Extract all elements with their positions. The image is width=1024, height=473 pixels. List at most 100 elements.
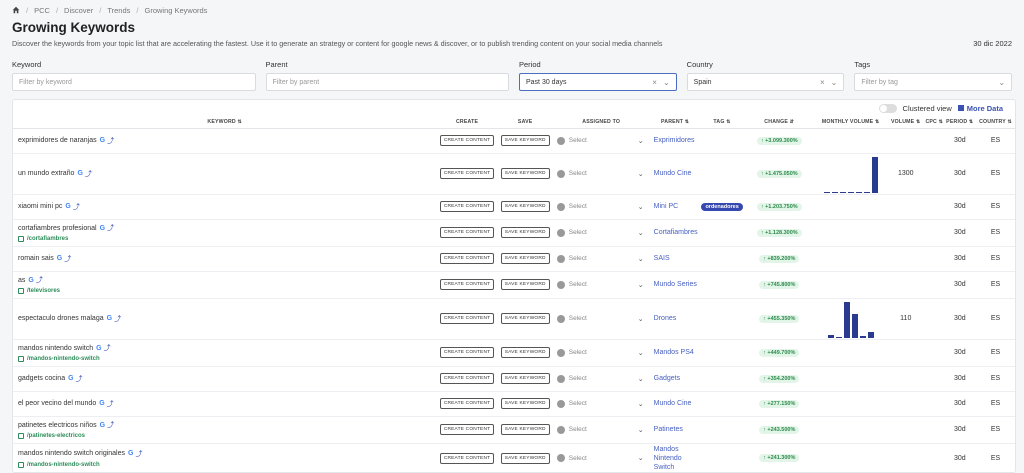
google-icon[interactable]: G [107, 315, 112, 322]
column-header-volume[interactable]: VOLUME ⇅ [886, 116, 926, 129]
tag-badge[interactable]: ordenadores [701, 203, 743, 211]
google-icon[interactable]: G [96, 345, 101, 352]
keyword-filter-input[interactable]: Filter by keyword [12, 73, 256, 91]
period-select[interactable]: Past 30 days × ⌄ [519, 73, 677, 91]
create-content-button[interactable]: CREATE CONTENT [439, 279, 495, 290]
parent-filter-input[interactable]: Filter by parent [265, 73, 509, 91]
create-content-button[interactable]: CREATE CONTENT [439, 168, 495, 179]
column-header-period[interactable]: PERIOD ⇅ [943, 116, 977, 129]
keyword-url-link[interactable]: /cortafiambres [18, 236, 436, 242]
assignee-select[interactable]: Select ⌄ [553, 314, 650, 323]
clear-icon[interactable]: × [820, 78, 825, 87]
assignee-select[interactable]: Select ⌄ [553, 280, 650, 289]
assignee-select[interactable]: Select ⌄ [553, 454, 650, 462]
assignee-select[interactable]: Select ⌄ [553, 202, 650, 211]
trend-icon[interactable]: ⤴ [36, 275, 43, 285]
parent-link[interactable]: Mundo Cine [649, 153, 701, 195]
trend-icon[interactable]: ⤴ [135, 449, 142, 459]
save-keyword-button[interactable]: SAVE KEYWORD [500, 135, 550, 146]
keyword-text[interactable]: patinetes electricos niños [18, 422, 97, 429]
trend-icon[interactable]: ⤴ [107, 223, 114, 233]
create-content-button[interactable]: CREATE CONTENT [439, 452, 495, 464]
clear-icon[interactable]: × [652, 78, 657, 87]
save-keyword-button[interactable]: SAVE KEYWORD [500, 373, 550, 384]
keyword-text[interactable]: el peor vecino del mundo [18, 400, 96, 407]
home-icon[interactable] [12, 6, 20, 14]
create-content-button[interactable]: CREATE CONTENT [439, 135, 495, 146]
keyword-url-link[interactable]: /mandos-nintendo-switch [18, 461, 436, 468]
google-icon[interactable]: G [77, 170, 82, 177]
chevron-down-icon[interactable]: ⌄ [831, 78, 838, 87]
parent-link[interactable]: Exprimidores [649, 128, 701, 154]
google-icon[interactable]: G [65, 203, 70, 210]
create-content-button[interactable]: CREATE CONTENT [439, 313, 495, 324]
chevron-down-icon[interactable]: ⌄ [663, 78, 670, 87]
create-content-button[interactable]: CREATE CONTENT [439, 253, 495, 264]
keyword-text[interactable]: exprimidores de naranjas [18, 137, 97, 144]
parent-link[interactable]: Mundo Cine [649, 391, 701, 417]
more-data-button[interactable]: More Data [957, 104, 1003, 113]
assignee-select[interactable]: Select ⌄ [553, 425, 650, 434]
parent-link[interactable]: Patinetes [649, 416, 701, 444]
parent-link[interactable]: Mini PC [649, 194, 701, 220]
column-header-parent[interactable]: PARENT ⇅ [649, 116, 701, 129]
country-select[interactable]: Spain × ⌄ [686, 73, 845, 91]
assignee-select[interactable]: Select ⌄ [553, 136, 650, 145]
keyword-text[interactable]: espectaculo drones malaga [18, 315, 104, 322]
parent-link[interactable]: Gadgets [649, 366, 701, 392]
breadcrumb-item[interactable]: Trends [107, 6, 130, 15]
save-keyword-button[interactable]: SAVE KEYWORD [500, 279, 550, 290]
create-content-button[interactable]: CREATE CONTENT [439, 373, 495, 384]
google-icon[interactable]: G [99, 400, 104, 407]
save-keyword-button[interactable]: SAVE KEYWORD [500, 398, 550, 409]
chevron-down-icon[interactable]: ⌄ [998, 78, 1005, 87]
create-content-button[interactable]: CREATE CONTENT [439, 201, 495, 212]
column-header-cpc[interactable]: CPC ⇅ [925, 116, 944, 129]
parent-link[interactable]: Mandos Nintendo Switch [649, 443, 701, 472]
assignee-select[interactable]: Select ⌄ [553, 348, 650, 357]
parent-link[interactable]: Mundo Series [649, 271, 701, 299]
parent-link[interactable]: Drones [649, 298, 701, 340]
trend-icon[interactable]: ⤴ [107, 399, 114, 409]
trend-icon[interactable]: ⤴ [73, 202, 80, 212]
keyword-text[interactable]: cortafiambres profesional [18, 225, 97, 232]
create-content-button[interactable]: CREATE CONTENT [439, 424, 495, 435]
trend-icon[interactable]: ⤴ [76, 374, 83, 384]
breadcrumb-item[interactable]: Discover [64, 6, 93, 15]
create-content-button[interactable]: CREATE CONTENT [439, 398, 495, 409]
google-icon[interactable]: G [28, 277, 33, 284]
tags-select[interactable]: Filter by tag ⌄ [854, 73, 1013, 91]
keyword-text[interactable]: mandos nintendo switch [18, 345, 93, 352]
save-keyword-button[interactable]: SAVE KEYWORD [500, 253, 550, 264]
column-header-monthly-volume[interactable]: MONTHLY VOLUME ⇅ [814, 116, 887, 129]
assignee-select[interactable]: Select ⌄ [553, 399, 650, 408]
breadcrumb-item[interactable]: PCC [34, 6, 50, 15]
save-keyword-button[interactable]: SAVE KEYWORD [500, 347, 550, 358]
google-icon[interactable]: G [100, 137, 105, 144]
save-keyword-button[interactable]: SAVE KEYWORD [500, 452, 550, 464]
column-header-tag[interactable]: TAG ⇅ [700, 116, 744, 129]
save-keyword-button[interactable]: SAVE KEYWORD [500, 227, 550, 238]
trend-icon[interactable]: ⤴ [104, 343, 111, 353]
keyword-text[interactable]: mandos nintendo switch originales [18, 450, 125, 457]
trend-icon[interactable]: ⤴ [107, 136, 114, 146]
assignee-select[interactable]: Select ⌄ [553, 374, 650, 383]
create-content-button[interactable]: CREATE CONTENT [439, 347, 495, 358]
google-icon[interactable]: G [100, 225, 105, 232]
parent-link[interactable]: Cortafiambres [649, 219, 701, 247]
assignee-select[interactable]: Select ⌄ [553, 169, 650, 178]
trend-icon[interactable]: ⤴ [85, 169, 92, 179]
keyword-text[interactable]: as [18, 277, 25, 284]
assignee-select[interactable]: Select ⌄ [553, 254, 650, 263]
save-keyword-button[interactable]: SAVE KEYWORD [500, 168, 550, 179]
parent-link[interactable]: Mandos PS4 [649, 339, 701, 367]
save-keyword-button[interactable]: SAVE KEYWORD [500, 313, 550, 324]
keyword-url-link[interactable]: /mandos-nintendo-switch [18, 356, 436, 362]
save-keyword-button[interactable]: SAVE KEYWORD [500, 424, 550, 435]
assignee-select[interactable]: Select ⌄ [553, 228, 650, 237]
column-header-keyword[interactable]: KEYWORD ⇅ [13, 116, 437, 129]
google-icon[interactable]: G [100, 422, 105, 429]
keyword-url-link[interactable]: /televisores [18, 288, 436, 294]
keyword-text[interactable]: gadgets cocina [18, 375, 65, 382]
trend-icon[interactable]: ⤴ [114, 314, 121, 324]
